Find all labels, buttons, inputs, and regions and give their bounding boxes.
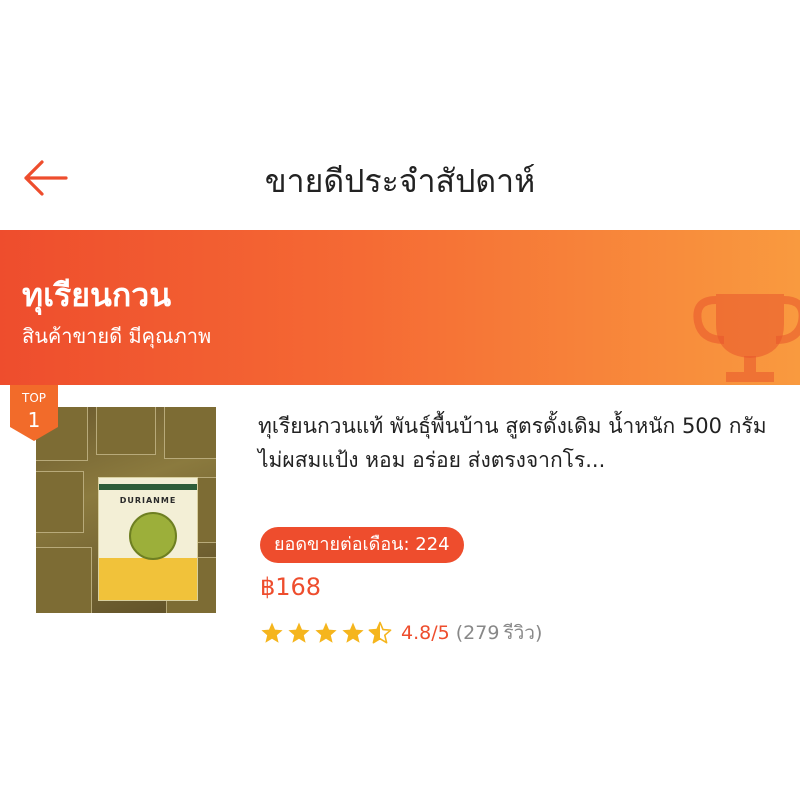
product-name[interactable]: ทุเรียนกวนแท้ พันธุ์พื้นบ้าน สูตรดั้งเดิ… bbox=[258, 409, 768, 477]
star-full-icon bbox=[315, 622, 337, 643]
review-count: 279 bbox=[463, 622, 500, 644]
rating-row: 4.8/5 (279 รีวิว) bbox=[260, 618, 542, 648]
review-label: รีวิว bbox=[503, 622, 535, 644]
star-full-icon bbox=[261, 622, 283, 643]
durian-icon bbox=[129, 512, 177, 560]
product-price: ฿168 bbox=[260, 573, 322, 601]
review-paren-close: ) bbox=[534, 622, 543, 644]
star-half-icon bbox=[368, 621, 392, 644]
trophy-icon bbox=[693, 294, 800, 382]
package-label bbox=[99, 558, 197, 600]
page-title: ขายดีประจำสัปดาห์ bbox=[264, 162, 536, 200]
review-paren-open: ( bbox=[455, 622, 464, 644]
rank-number: 1 bbox=[28, 408, 41, 432]
package-stripe bbox=[99, 484, 197, 490]
product-card[interactable]: DURIANME TOP 1 ทุเรียนกวนแท้ พันธุ์พื้นบ… bbox=[0, 385, 800, 685]
product-image[interactable]: DURIANME bbox=[36, 407, 216, 613]
monthly-sales-badge: ยอดขายต่อเดือน: 224 bbox=[260, 527, 464, 563]
product-package: DURIANME bbox=[98, 477, 198, 601]
rating-stars bbox=[260, 621, 395, 645]
star-full-icon bbox=[342, 622, 364, 643]
star-full-icon bbox=[288, 622, 310, 643]
banner-subtitle: สินค้าขายดี มีคุณภาพ bbox=[22, 324, 212, 348]
top-rank-badge: TOP 1 bbox=[10, 385, 58, 441]
package-brand-text: DURIANME bbox=[119, 496, 177, 505]
rating-value: 4.8/5 bbox=[401, 622, 450, 644]
banner-title: ทุเรียนกวน bbox=[22, 276, 172, 314]
rank-label: TOP bbox=[21, 391, 46, 405]
top-navigation-bar: ขายดีประจำสัปดาห์ bbox=[0, 130, 800, 230]
category-banner: ทุเรียนกวน สินค้าขายดี มีคุณภาพ bbox=[0, 230, 800, 385]
